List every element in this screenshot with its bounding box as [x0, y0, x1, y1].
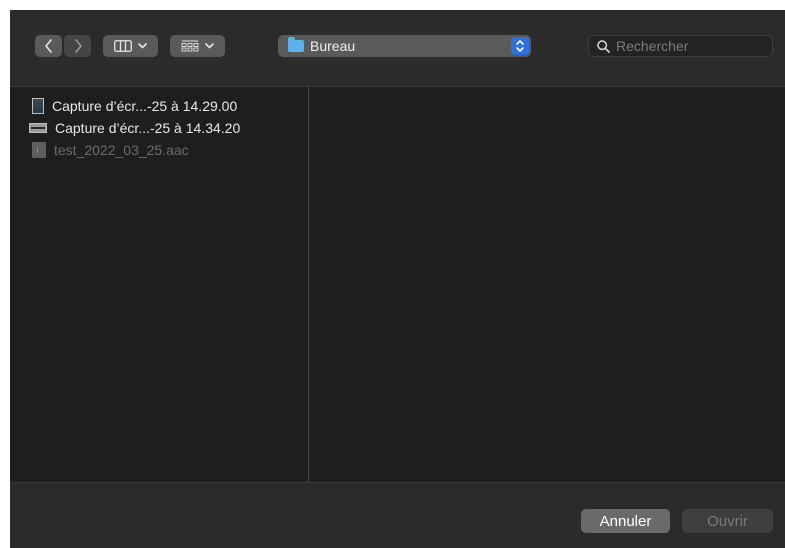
- file-name: Capture d’écr...-25 à 14.34.20: [55, 120, 241, 136]
- bottom-bar: Annuler Ouvrir: [10, 482, 785, 548]
- audio-file-icon: [32, 142, 46, 158]
- chevron-left-icon: [44, 39, 52, 53]
- screenshot-thumbnail-icon: [32, 98, 44, 114]
- screenshot-thumbnail-icon: [29, 123, 47, 133]
- view-mode-button[interactable]: [103, 35, 158, 57]
- file-row: test_2022_03_25.aac: [10, 139, 308, 161]
- file-list-column[interactable]: Capture d’écr...-25 à 14.29.00 Capture d…: [10, 87, 309, 482]
- open-file-dialog: Bureau Capture d’écr...-25 à 14.29.00 Ca…: [10, 10, 785, 548]
- location-popup[interactable]: Bureau: [278, 35, 531, 57]
- file-name: test_2022_03_25.aac: [54, 142, 189, 158]
- location-label: Bureau: [310, 38, 356, 54]
- file-row[interactable]: Capture d’écr...-25 à 14.34.20: [10, 117, 308, 139]
- cancel-button[interactable]: Annuler: [581, 509, 670, 533]
- file-name: Capture d’écr...-25 à 14.29.00: [52, 98, 238, 114]
- column-view-icon: [114, 40, 132, 52]
- updown-chevron-icon: [511, 37, 529, 55]
- chevron-down-icon: [205, 43, 214, 49]
- preview-column: [310, 87, 785, 482]
- file-row[interactable]: Capture d’écr...-25 à 14.29.00: [10, 95, 308, 117]
- grid-group-icon: [181, 40, 199, 52]
- forward-button[interactable]: [64, 35, 91, 57]
- back-button[interactable]: [35, 35, 62, 57]
- search-icon: [597, 39, 610, 53]
- chevron-down-icon: [138, 43, 147, 49]
- search-field[interactable]: [588, 35, 773, 57]
- search-input[interactable]: [616, 38, 766, 54]
- group-by-button[interactable]: [170, 35, 225, 57]
- open-button[interactable]: Ouvrir: [682, 509, 773, 533]
- chevron-right-icon: [74, 39, 82, 53]
- toolbar: Bureau: [10, 10, 785, 87]
- folder-icon: [288, 37, 304, 52]
